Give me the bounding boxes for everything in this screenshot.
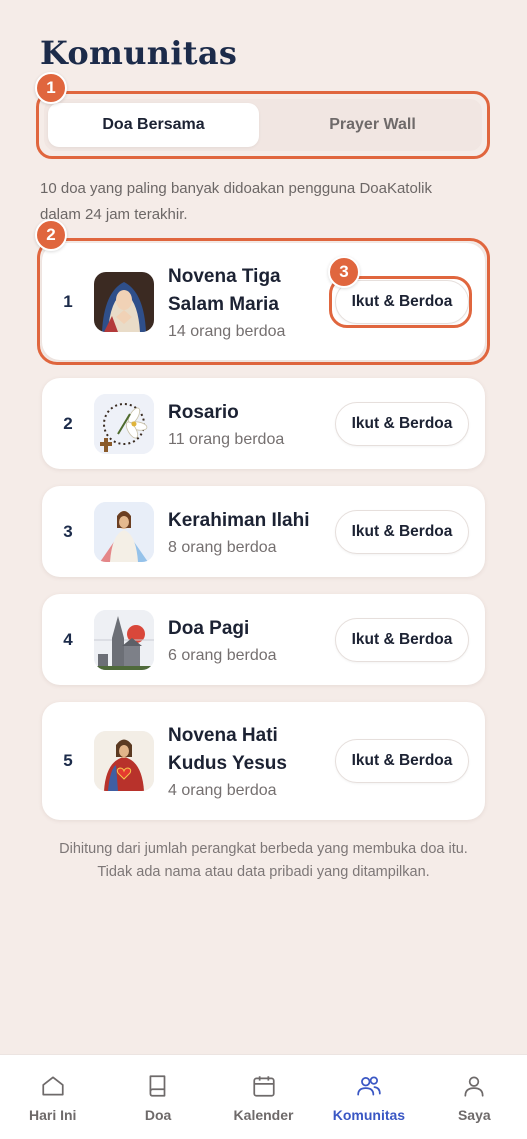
- profile-icon: [464, 1076, 484, 1097]
- prayer-count: 8 orang berdoa: [168, 538, 277, 556]
- tab-prayer-wall[interactable]: Prayer Wall: [267, 103, 478, 147]
- prayer-card[interactable]: 4 Doa Pagi 6 orang berdoa Ikut & Berdoa: [42, 594, 485, 685]
- nav-label: Doa: [144, 1107, 172, 1123]
- book-icon: [149, 1075, 166, 1097]
- join-pray-button[interactable]: Ikut & Berdoa: [335, 739, 469, 783]
- nav-label: Komunitas: [332, 1107, 406, 1123]
- join-pray-button[interactable]: Ikut & Berdoa: [335, 617, 469, 662]
- nav-label: Kalender: [233, 1107, 294, 1123]
- bottom-nav: Hari Ini Doa Kalender Komunitas Saya: [0, 1054, 527, 1139]
- divine-mercy-icon: [94, 501, 154, 562]
- footnote-text: Dihitung dari jumlah perangkat berbeda y…: [59, 841, 468, 880]
- join-pray-button[interactable]: Ikut & Berdoa: [335, 401, 469, 446]
- nav-item-doa[interactable]: Doa: [105, 1055, 210, 1139]
- prayer-name: Kerahiman Ilahi: [168, 509, 310, 531]
- annotation-badge-1: 1: [35, 72, 67, 104]
- nav-item-hari-ini[interactable]: Hari Ini: [0, 1055, 105, 1139]
- church-sunrise-icon: [94, 609, 154, 670]
- rank-number: 2: [63, 413, 73, 433]
- prayer-card[interactable]: 5 Novena Hati Kudus Yesus 4 orang berdoa…: [42, 702, 485, 820]
- nav-label: Hari Ini: [28, 1107, 77, 1123]
- nav-item-kalender[interactable]: Kalender: [211, 1055, 316, 1139]
- prayer-name: Doa Pagi: [168, 617, 250, 639]
- prayer-card[interactable]: 2 Rosario 11 orang berdoa Ikut & Berdoa: [42, 378, 485, 469]
- calendar-icon: [252, 1076, 275, 1097]
- nav-item-komunitas[interactable]: Komunitas: [316, 1055, 421, 1139]
- rosary-icon: [94, 393, 154, 454]
- join-pray-button[interactable]: Ikut & Berdoa: [335, 279, 469, 324]
- prayer-card[interactable]: 1 Novena Tiga Salam Maria 14 orang berdo…: [42, 243, 485, 360]
- prayer-name: Novena Tiga Salam Maria: [168, 265, 281, 315]
- segmented-control-highlight: Doa Bersama Prayer Wall: [36, 91, 490, 159]
- prayer-name: Rosario: [168, 401, 239, 423]
- prayer-count: 11 orang berdoa: [168, 430, 285, 448]
- prayer-card[interactable]: 3 Kerahiman Ilahi 8 orang berdoa Ikut & …: [42, 486, 485, 577]
- mary-icon: [94, 271, 154, 332]
- rank-number: 1: [63, 291, 73, 311]
- sacred-heart-icon: [94, 731, 154, 791]
- rank-number: 5: [63, 751, 73, 770]
- annotation-badge-3: 3: [328, 256, 360, 288]
- nav-label: Saya: [457, 1107, 491, 1123]
- segmented-control: Doa Bersama Prayer Wall: [44, 99, 482, 151]
- page-title: Komunitas: [40, 34, 238, 72]
- prayer-name: Novena Hati Kudus Yesus: [168, 725, 287, 774]
- annotation-badge-2: 2: [35, 219, 67, 251]
- description-text: 10 doa yang paling banyak didoakan pengg…: [40, 180, 432, 223]
- prayer-count: 14 orang berdoa: [168, 322, 286, 340]
- join-pray-button[interactable]: Ikut & Berdoa: [335, 509, 469, 554]
- nav-item-saya[interactable]: Saya: [422, 1055, 527, 1139]
- home-icon: [42, 1076, 64, 1096]
- rank-number: 3: [63, 521, 73, 541]
- community-icon: [357, 1076, 381, 1096]
- tab-doa-bersama[interactable]: Doa Bersama: [48, 103, 259, 147]
- rank-number: 4: [63, 629, 73, 649]
- prayer-count: 6 orang berdoa: [168, 646, 277, 664]
- prayer-count: 4 orang berdoa: [168, 782, 277, 799]
